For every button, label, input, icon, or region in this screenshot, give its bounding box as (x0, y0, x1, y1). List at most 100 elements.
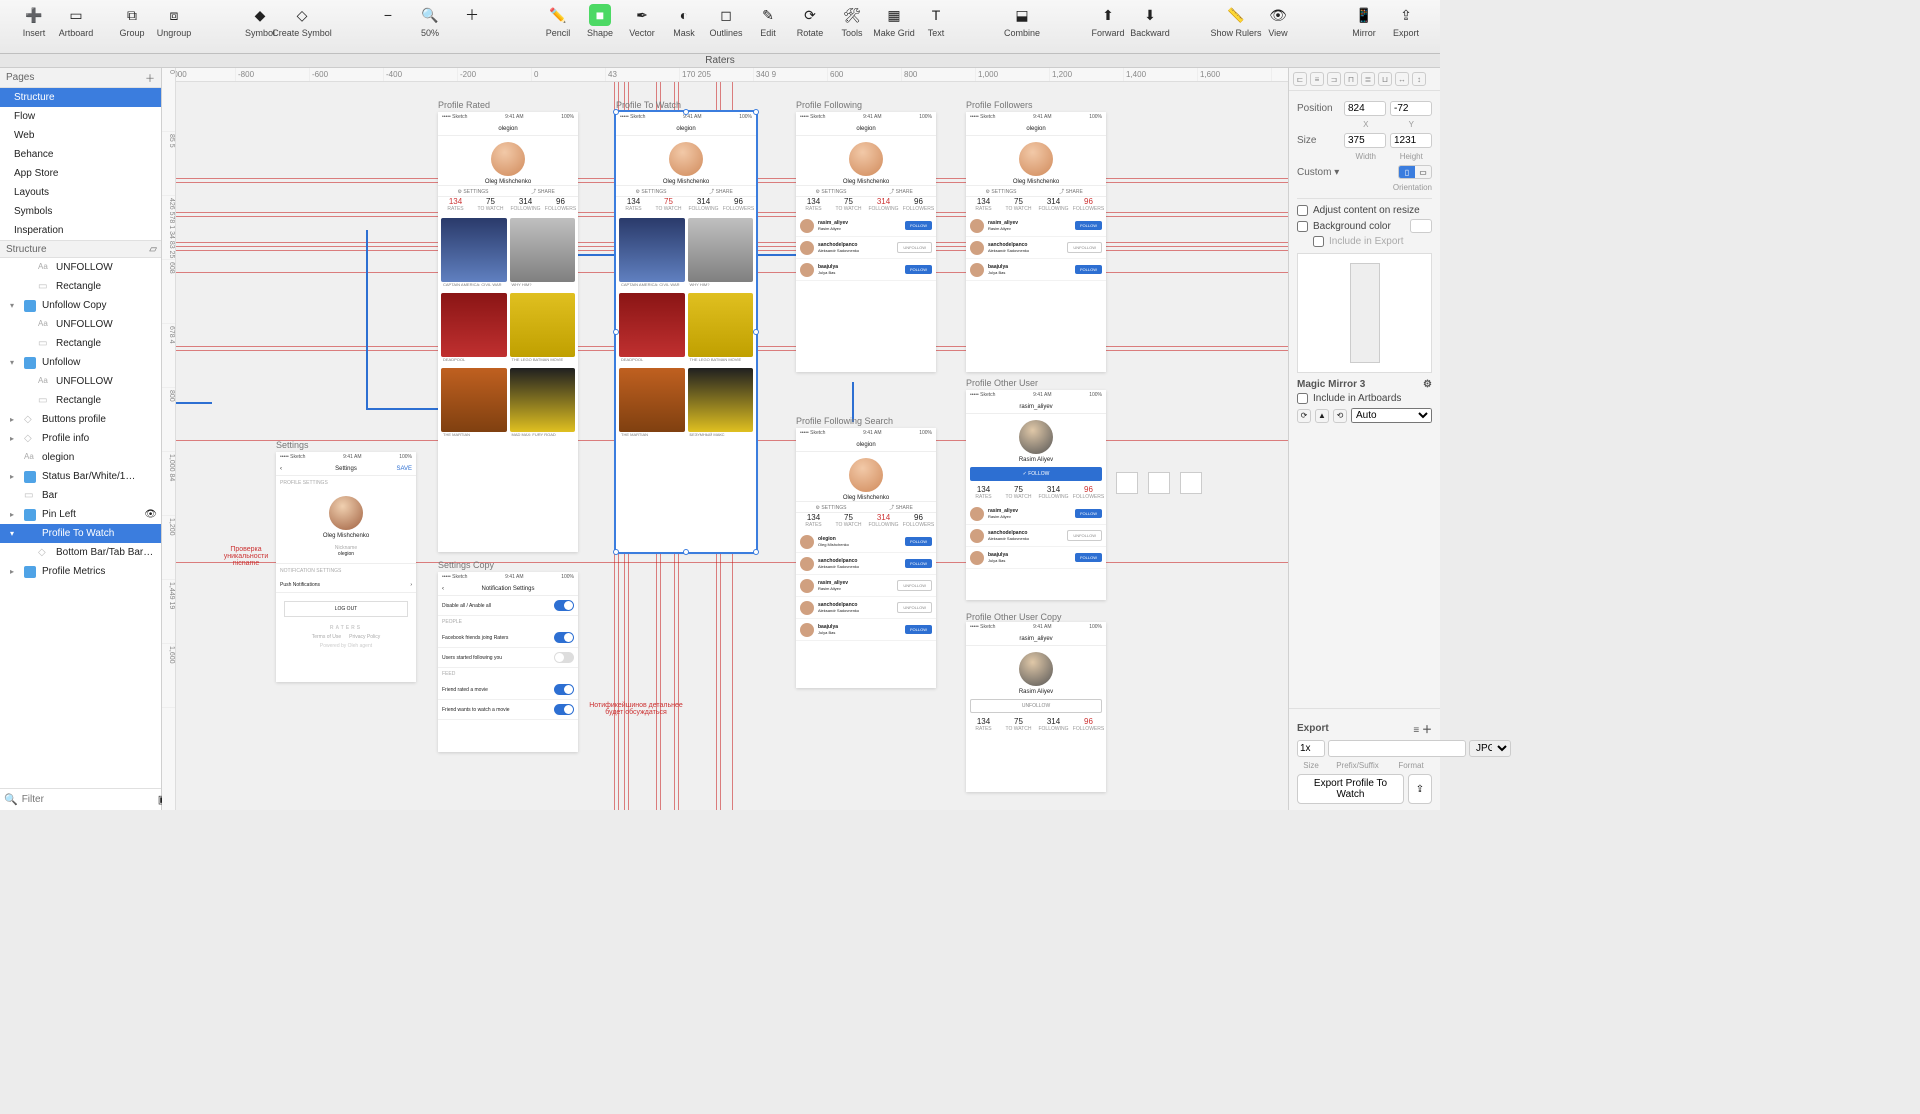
artboard-settings[interactable]: ••••• Sketch9:41 AM100% ‹SettingsSAVE PR… (276, 452, 416, 682)
mask-button[interactable]: ◐Mask (664, 4, 704, 38)
forward-button[interactable]: ⬆︎Forward (1088, 4, 1128, 38)
flip-icon[interactable]: ▲ (1315, 409, 1329, 423)
makegrid-button[interactable]: ▦Make Grid (874, 4, 914, 38)
artboard-label: Profile To Watch (616, 100, 681, 110)
artboard-preview (1297, 253, 1432, 373)
layer-row[interactable]: ▸Profile info (0, 429, 161, 448)
combine-button[interactable]: ⬓Combine (1002, 4, 1042, 38)
layer-row[interactable]: ▸Buttons profile (0, 410, 161, 429)
layer-row[interactable]: Rectangle (0, 334, 161, 353)
pages-item[interactable]: Symbols (0, 202, 161, 221)
layer-row[interactable]: Rectangle (0, 391, 161, 410)
adjust-content-checkbox[interactable]: Adjust content on resize (1297, 205, 1432, 216)
ungroup-button[interactable]: ⧈Ungroup (154, 4, 194, 38)
backward-button[interactable]: ⬇︎Backward (1130, 4, 1170, 38)
pages-item[interactable]: Flow (0, 107, 161, 126)
tools-button[interactable]: 🛠Tools (832, 4, 872, 38)
annotation-text: Проверка уникальности nicname (216, 546, 276, 567)
export-artboard-button[interactable]: Export Profile To Watch (1297, 774, 1404, 804)
layer-row[interactable]: AaUNFOLLOW (0, 258, 161, 277)
refresh-icon[interactable]: ⟳ (1297, 409, 1311, 423)
include-artboards-checkbox[interactable]: Include in Artboards (1297, 393, 1432, 404)
pages-item[interactable]: Structure (0, 88, 161, 107)
pages-item[interactable]: Behance (0, 145, 161, 164)
artboard-label: Settings (276, 440, 309, 450)
insert-button[interactable]: ➕Insert (14, 4, 54, 38)
artboard-profile-to-watch[interactable]: ••••• Sketch9:41 AM100% olegion Oleg Mis… (616, 112, 756, 552)
layer-row[interactable]: ▸Profile Metrics (0, 562, 161, 581)
pencil-button[interactable]: ✏️Pencil (538, 4, 578, 38)
artboard-profile-following[interactable]: ••••• Sketch9:41 AM100% olegion Oleg Mis… (796, 112, 936, 372)
layer-row[interactable]: Aaolegion (0, 448, 161, 467)
edit-button[interactable]: ✎Edit (748, 4, 788, 38)
document-title: Raters (0, 54, 1440, 68)
export-format-select[interactable]: JPG (1469, 740, 1511, 757)
ruler-vertical: 085 5426 578 1 34 83 25608678 48001,000 … (162, 68, 176, 810)
share-export-button[interactable]: ⇪ (1408, 774, 1432, 804)
shape-button[interactable]: ■Shape (580, 4, 620, 38)
layer-row[interactable]: ▾Unfollow Copy (0, 296, 161, 315)
layer-row[interactable]: Bottom Bar/Tab Bar… (0, 543, 161, 562)
artboard-label: Profile Followers (966, 100, 1033, 110)
create-symbol-button[interactable]: ◇Create Symbol (282, 4, 322, 38)
group-button[interactable]: ⧉Group (112, 4, 152, 38)
include-export-checkbox[interactable]: Include in Export (1297, 236, 1432, 247)
pages-item[interactable]: Layouts (0, 183, 161, 202)
align-controls[interactable]: ⊏≡⊐⊓≣⊔↔↕ (1289, 68, 1440, 91)
avatar (491, 142, 525, 176)
pages-item[interactable]: Web (0, 126, 161, 145)
rotate-icon[interactable]: ⟲ (1333, 409, 1347, 423)
pages-item[interactable]: App Store (0, 164, 161, 183)
layer-row[interactable]: AaUNFOLLOW (0, 315, 161, 334)
search-icon: 🔍 (4, 793, 18, 806)
artboard-button[interactable]: ▭Artboard (56, 4, 96, 38)
text-button[interactable]: TText (916, 4, 956, 38)
layer-row[interactable]: ▾Profile To Watch (0, 524, 161, 543)
export-scale-input[interactable] (1297, 740, 1325, 757)
export-prefix-input[interactable] (1328, 740, 1466, 757)
zoom-level[interactable]: 🔍50% (410, 4, 450, 38)
layer-row[interactable]: Bar (0, 486, 161, 505)
layer-row[interactable]: ▸Status Bar/White/1… (0, 467, 161, 486)
layer-row[interactable]: Rectangle (0, 277, 161, 296)
size-w-input[interactable] (1344, 133, 1386, 148)
artboard-profile-rated[interactable]: ••••• Sketch9:41 AM100% olegion Oleg Mis… (438, 112, 578, 552)
view-button[interactable]: 👁View (1258, 4, 1298, 38)
gear-icon[interactable]: ⚙ (1423, 379, 1432, 390)
layer-row[interactable]: ▾Unfollow (0, 353, 161, 372)
layer-row[interactable]: AaUNFOLLOW (0, 372, 161, 391)
export-button[interactable]: ⇪Export (1386, 4, 1426, 38)
artboard-label: Profile Following (796, 100, 862, 110)
artboard-profile-other-user[interactable]: ••••• Sketch9:41 AM100% rasim_aliyev Ras… (966, 390, 1106, 600)
pos-y-input[interactable] (1390, 101, 1432, 116)
zoom-in-button[interactable]: ＋ (452, 4, 492, 38)
add-export-icon[interactable]: ＋ (1422, 725, 1432, 736)
artboard-label: Profile Following Search (796, 416, 893, 426)
vector-button[interactable]: ✒︎Vector (622, 4, 662, 38)
artboard-settings-copy[interactable]: ••••• Sketch9:41 AM100% ‹Notification Se… (438, 572, 578, 752)
add-page-button[interactable]: ＋ (145, 70, 155, 85)
pages-item[interactable]: Insperation (0, 221, 161, 240)
size-h-input[interactable] (1390, 133, 1432, 148)
artboard-profile-followers[interactable]: ••••• Sketch9:41 AM100% olegion Oleg Mis… (966, 112, 1106, 372)
annotation-text: Нотификейшинов детальнее будет обсуждать… (586, 702, 686, 716)
zoom-out-button[interactable]: − (368, 4, 408, 38)
layer-row[interactable]: ▸Pin Left👁 (0, 505, 161, 524)
rotate-button[interactable]: ⟳Rotate (790, 4, 830, 38)
ruler-horizontal: -1,000-800-600-400-200043170 205340 9600… (162, 68, 1288, 82)
canvas[interactable]: Profile Rated Profile To Watch Profile F… (176, 82, 1288, 810)
mirror-mode-select[interactable]: Auto (1351, 408, 1432, 423)
mirror-button[interactable]: 📱Mirror (1344, 4, 1384, 38)
export-settings-icon[interactable]: ≡ (1413, 725, 1419, 736)
outlines-button[interactable]: ◻︎Outlines (706, 4, 746, 38)
bgcolor-checkbox[interactable]: Background color (1297, 219, 1432, 233)
artboard-label: Profile Other User (966, 378, 1038, 388)
pos-x-input[interactable] (1344, 101, 1386, 116)
orientation-toggle[interactable]: ▯▭ (1398, 165, 1432, 179)
layers-header: Structure ▱ (0, 240, 161, 258)
artboard-profile-following-search[interactable]: ••••• Sketch9:41 AM100% olegion Oleg Mis… (796, 428, 936, 688)
layer-filter-input[interactable] (22, 794, 154, 805)
artboard-profile-other-user-copy[interactable]: ••••• Sketch9:41 AM100% rasim_aliyev Ras… (966, 622, 1106, 792)
show-rulers-button[interactable]: 📏Show Rulers (1216, 4, 1256, 38)
pages-header: Pages ＋ (0, 68, 161, 88)
